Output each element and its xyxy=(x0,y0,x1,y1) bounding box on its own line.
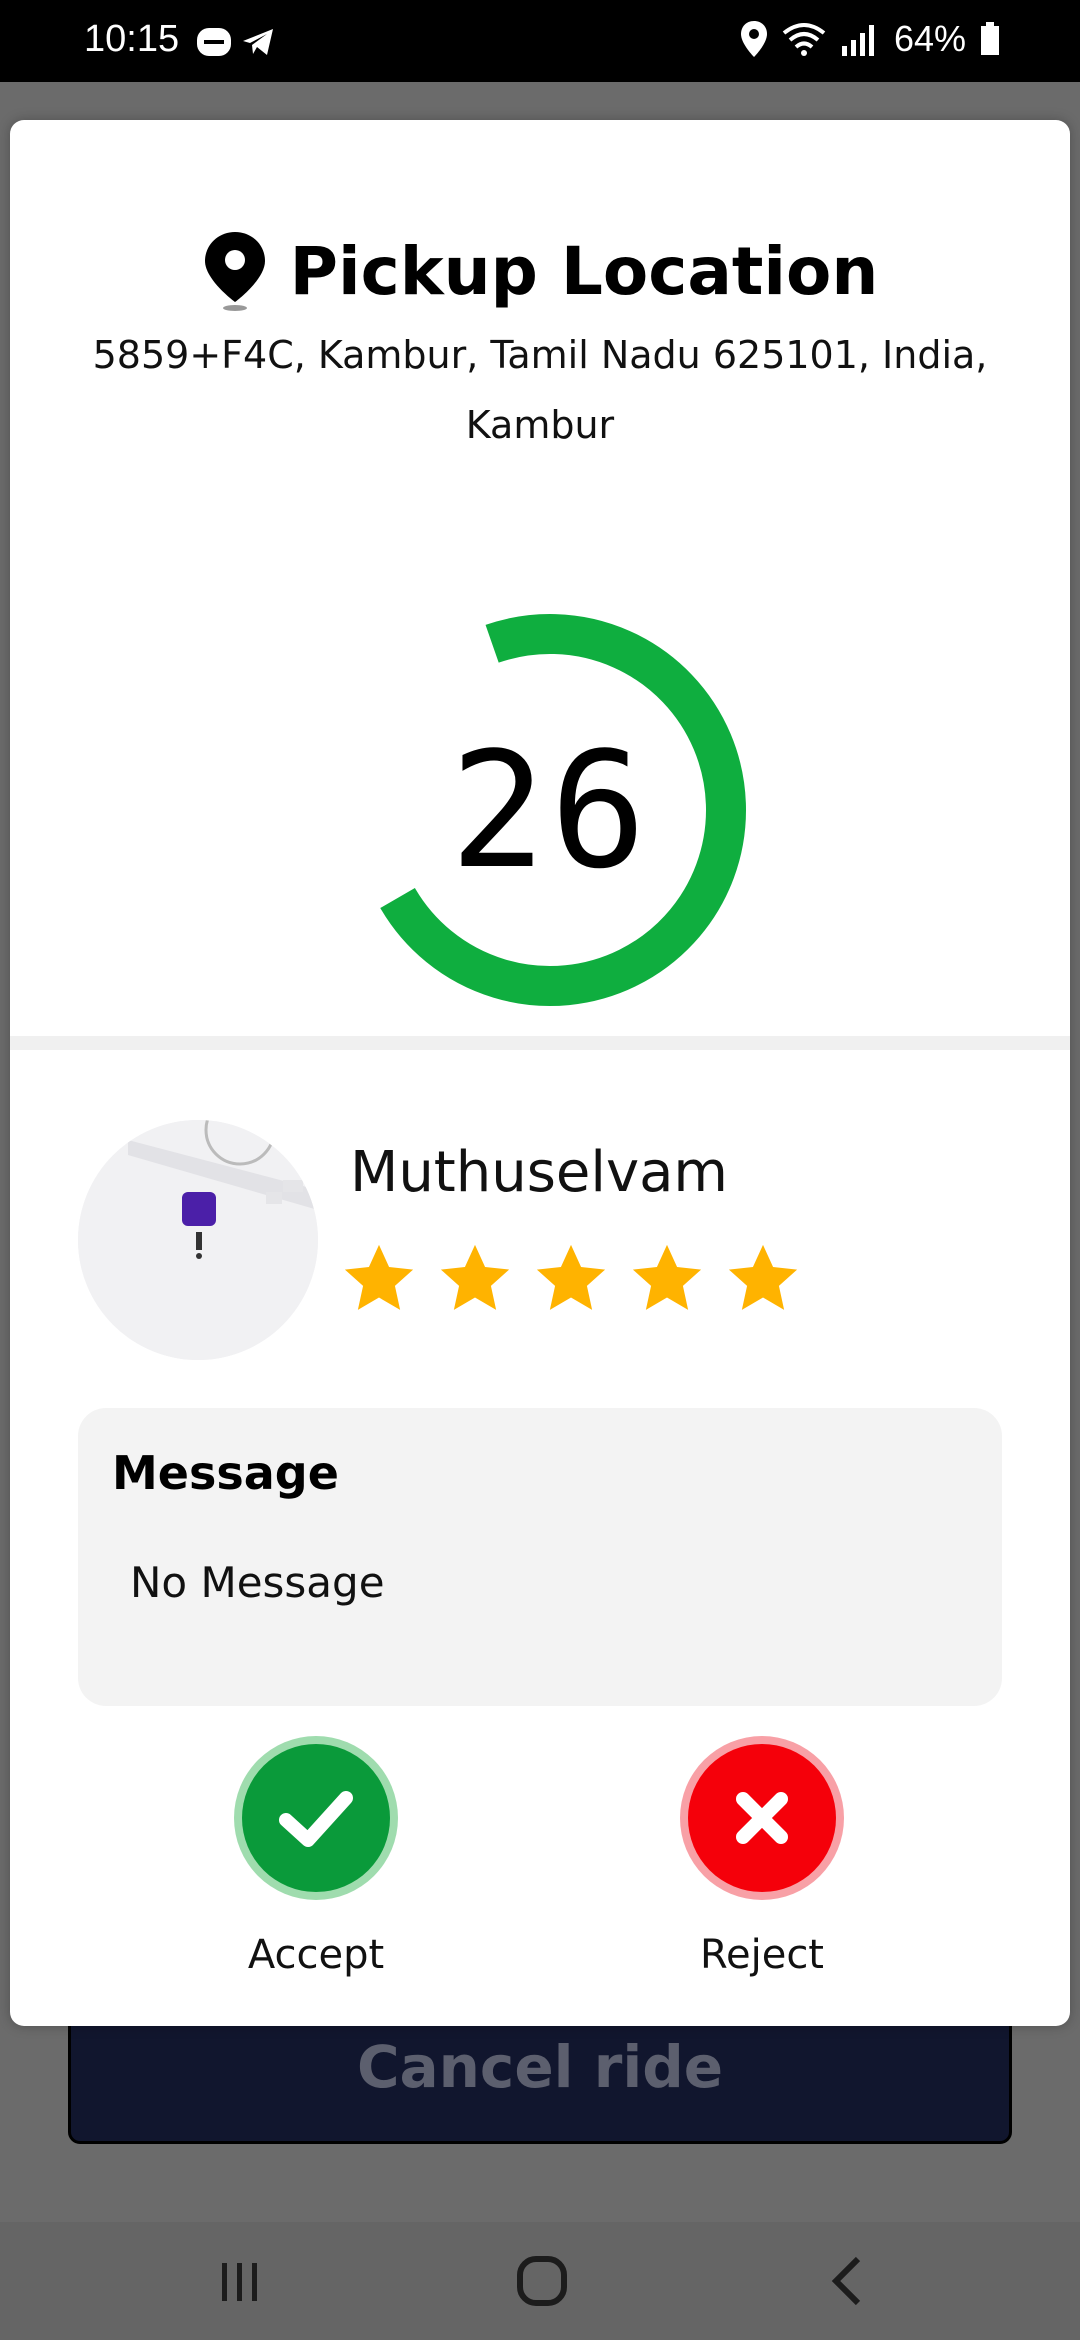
reject-action[interactable]: Reject xyxy=(662,1744,862,1978)
status-time: 10:15 xyxy=(84,18,180,60)
avatar-map-thumbnail xyxy=(78,1120,318,1360)
signal-icon xyxy=(841,25,874,56)
message-title: Message xyxy=(112,1446,339,1500)
star-icon xyxy=(440,1244,510,1310)
pickup-title: Pickup Location xyxy=(289,232,879,310)
star-icon xyxy=(632,1244,702,1310)
accept-label: Accept xyxy=(247,1932,385,1978)
message-text: No Message xyxy=(130,1558,385,1607)
status-right: 64% xyxy=(740,18,1000,60)
location-icon xyxy=(740,21,767,57)
star-icon xyxy=(344,1244,414,1310)
message-box: Message No Message xyxy=(78,1408,1002,1706)
pickup-header: Pickup Location xyxy=(10,230,1070,312)
battery-percent: 64% xyxy=(893,18,966,59)
cancel-ride-label: Cancel ride xyxy=(356,2033,724,2101)
back-icon xyxy=(831,2256,861,2306)
checkmark-icon xyxy=(279,1791,353,1847)
accept-button[interactable] xyxy=(242,1744,390,1892)
wifi-icon xyxy=(782,23,826,56)
address-line-1: 5859+F4C, Kambur, Tamil Nadu 625101, Ind… xyxy=(92,333,988,377)
ride-request-dialog: Pickup Location 5859+F4C, Kambur, Tamil … xyxy=(10,120,1070,2026)
telegram-icon xyxy=(243,29,273,55)
section-divider xyxy=(10,1036,1070,1050)
rider-rating xyxy=(340,1240,802,1318)
back-button[interactable] xyxy=(806,2246,886,2316)
map-pin-icon xyxy=(204,232,265,311)
app-badge-icon xyxy=(197,28,231,56)
home-button[interactable] xyxy=(502,2246,582,2316)
star-icon xyxy=(728,1244,798,1310)
close-icon xyxy=(736,1792,788,1844)
status-bar: 10:15 64% xyxy=(0,0,1080,82)
countdown-value: 26 xyxy=(449,716,651,904)
battery-icon xyxy=(981,22,999,55)
recent-apps-icon xyxy=(222,2263,257,2301)
accept-action[interactable]: Accept xyxy=(216,1744,416,1978)
reject-label: Reject xyxy=(699,1932,824,1978)
rider-name: Muthuselvam xyxy=(350,1140,728,1205)
pickup-address: 5859+F4C, Kambur, Tamil Nadu 625101, Ind… xyxy=(90,320,990,460)
recent-apps-button[interactable] xyxy=(200,2246,280,2316)
countdown-timer: 26 xyxy=(330,590,770,1030)
address-line-2: Kambur xyxy=(465,403,615,447)
home-icon xyxy=(517,2256,567,2306)
rider-avatar xyxy=(78,1120,318,1360)
reject-button[interactable] xyxy=(688,1744,836,1892)
system-nav-bar xyxy=(0,2222,1080,2340)
star-icon xyxy=(536,1244,606,1310)
